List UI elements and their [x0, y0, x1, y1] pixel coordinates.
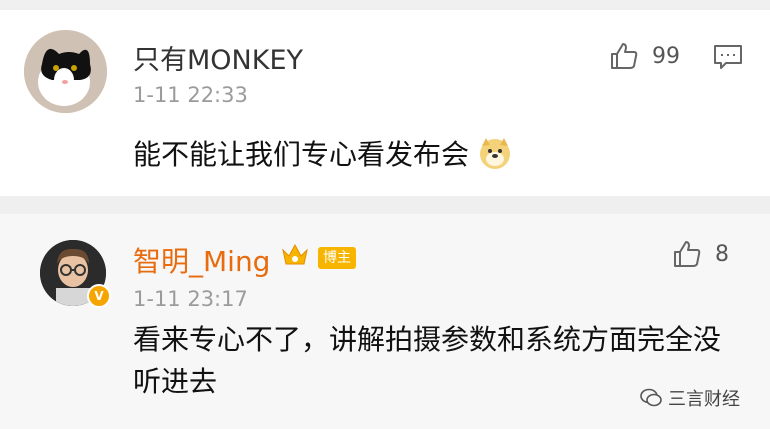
- wechat-icon: [640, 388, 662, 407]
- divider: [0, 196, 770, 214]
- comment-card: 只有MONKEY 1-11 22:33 99 能不能让我们专心看发布会: [0, 10, 770, 196]
- comment-icon[interactable]: [713, 44, 743, 70]
- comment-text-body: 能不能让我们专心看发布会: [133, 138, 470, 171]
- like-button[interactable]: 8: [671, 238, 729, 270]
- watermark: 三言财经: [640, 385, 740, 411]
- blogger-badge: 博主: [318, 247, 356, 269]
- avatar[interactable]: [24, 30, 107, 113]
- comment-text: 能不能让我们专心看发布会: [133, 134, 512, 176]
- doge-emoji-icon: [479, 138, 510, 169]
- like-button[interactable]: 99: [608, 40, 680, 72]
- like-count: 8: [715, 241, 729, 267]
- thumbs-up-icon: [674, 241, 701, 267]
- top-strip: [0, 0, 770, 10]
- thumbs-up-icon: [611, 43, 638, 69]
- like-count: 99: [652, 43, 680, 69]
- timestamp: 1-11 23:17: [133, 287, 248, 311]
- crown-icon: [282, 243, 308, 265]
- verified-v-icon: V: [87, 284, 111, 308]
- timestamp: 1-11 22:33: [133, 83, 248, 107]
- watermark-label: 三言财经: [668, 389, 740, 410]
- username[interactable]: 智明_Ming: [133, 240, 270, 280]
- username[interactable]: 只有MONKEY: [133, 38, 303, 77]
